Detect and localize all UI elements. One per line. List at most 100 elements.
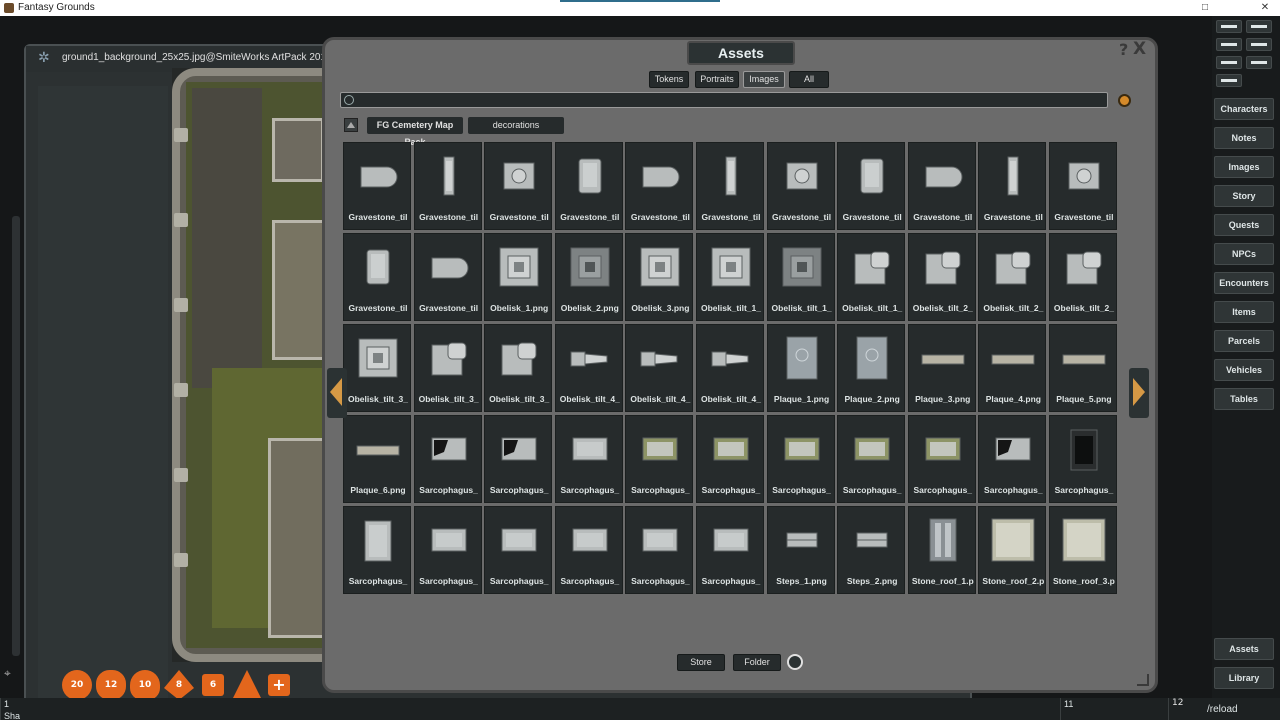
refresh-icon[interactable] xyxy=(787,654,803,670)
filter-images-button[interactable]: Images xyxy=(743,71,785,88)
asset-tile[interactable]: Sarcophagus_ xyxy=(554,506,623,594)
breadcrumb-pack[interactable]: FG Cemetery Map Pack xyxy=(367,117,463,147)
options-icon[interactable] xyxy=(1216,20,1242,33)
sidebar-item-notes[interactable]: Notes xyxy=(1214,127,1274,149)
resize-grip[interactable] xyxy=(1137,674,1149,686)
asset-tile[interactable]: Stone_roof_3.p xyxy=(1048,506,1117,594)
d20-die[interactable]: 20 xyxy=(62,670,92,700)
sidebar-item-tables[interactable]: Tables xyxy=(1214,388,1274,410)
sidebar-item-encounters[interactable]: Encounters xyxy=(1214,272,1274,294)
filter-portraits-button[interactable]: Portraits xyxy=(695,71,739,88)
close-window-button[interactable]: ✕ xyxy=(1255,0,1275,16)
asset-tile[interactable]: Plaque_6.png xyxy=(343,415,411,503)
asset-tile[interactable]: Obelisk_3.png xyxy=(625,233,694,321)
asset-tile[interactable]: Gravestone_til xyxy=(978,142,1047,230)
breadcrumb-folder[interactable]: decorations xyxy=(468,117,564,134)
d12-die[interactable]: 12 xyxy=(96,670,126,700)
asset-tile[interactable]: Obelisk_tilt_2_ xyxy=(978,233,1047,321)
help-button[interactable]: ? xyxy=(1119,40,1128,59)
asset-tile[interactable]: Obelisk_tilt_3_ xyxy=(484,324,553,412)
asset-tile[interactable]: Sarcophagus_ xyxy=(413,415,482,503)
store-button[interactable]: Store xyxy=(677,654,725,671)
asset-tile[interactable]: Sarcophagus_ xyxy=(343,506,411,594)
asset-tile[interactable]: Plaque_5.png xyxy=(1048,324,1117,412)
sidebar-item-items[interactable]: Items xyxy=(1214,301,1274,323)
desktop-scrollbar[interactable] xyxy=(12,216,20,656)
sidebar-item-npcs[interactable]: NPCs xyxy=(1214,243,1274,265)
modifier-icon[interactable] xyxy=(1246,56,1272,69)
sidebar-item-characters[interactable]: Characters xyxy=(1214,98,1274,120)
target-icon[interactable]: ⌖ xyxy=(4,666,11,681)
asset-tile[interactable]: Sarcophagus_ xyxy=(625,506,694,594)
asset-tile[interactable]: Gravestone_til xyxy=(625,142,694,230)
asset-tile[interactable]: Gravestone_til xyxy=(413,142,482,230)
folder-up-button[interactable] xyxy=(344,118,358,132)
filter-all-button[interactable]: All xyxy=(789,71,829,88)
sidebar-item-vehicles[interactable]: Vehicles xyxy=(1214,359,1274,381)
asset-tile[interactable]: Gravestone_til xyxy=(695,142,764,230)
asset-tile[interactable]: Gravestone_til xyxy=(343,233,411,321)
hotkey-slot-1[interactable]: 1 Sha xyxy=(0,698,24,720)
asset-tile[interactable]: Sarcophagus_ xyxy=(1048,415,1117,503)
asset-tile[interactable]: Obelisk_tilt_4_ xyxy=(695,324,764,412)
d10-die[interactable]: 10 xyxy=(130,670,160,700)
asset-tile[interactable]: Gravestone_til xyxy=(484,142,553,230)
asset-tile[interactable]: Obelisk_tilt_2_ xyxy=(907,233,976,321)
asset-tile[interactable]: Sarcophagus_ xyxy=(695,415,764,503)
party-icon[interactable] xyxy=(1246,20,1272,33)
asset-tile[interactable]: Gravestone_til xyxy=(837,142,906,230)
maximize-button[interactable]: □ xyxy=(1195,0,1215,16)
close-assets-button[interactable]: X xyxy=(1133,39,1146,59)
asset-tile[interactable]: Plaque_3.png xyxy=(907,324,976,412)
asset-tile[interactable]: Gravestone_til xyxy=(1048,142,1117,230)
chat-icon[interactable] xyxy=(1216,38,1242,51)
asset-tile[interactable]: Stone_roof_2.p xyxy=(978,506,1047,594)
chat-input[interactable]: 12 /reload xyxy=(1168,698,1280,720)
asset-tile[interactable]: Sarcophagus_ xyxy=(554,415,623,503)
asset-tile[interactable]: Sarcophagus_ xyxy=(837,415,906,503)
asset-tile[interactable]: Obelisk_tilt_4_ xyxy=(625,324,694,412)
asset-tile[interactable]: Obelisk_tilt_2_ xyxy=(1048,233,1117,321)
asset-tile[interactable]: Sarcophagus_ xyxy=(978,415,1047,503)
add-die-button[interactable]: + xyxy=(268,674,290,696)
sidebar-item-images[interactable]: Images xyxy=(1214,156,1274,178)
grid-view-icon[interactable] xyxy=(1118,94,1131,107)
filter-tokens-button[interactable]: Tokens xyxy=(649,71,689,88)
next-page-button[interactable] xyxy=(1129,368,1149,418)
sidebar-item-parcels[interactable]: Parcels xyxy=(1214,330,1274,352)
asset-tile[interactable]: Sarcophagus_ xyxy=(484,506,553,594)
asset-tile[interactable]: Obelisk_tilt_1_ xyxy=(837,233,906,321)
asset-tile[interactable]: Obelisk_tilt_3_ xyxy=(413,324,482,412)
sidebar-item-story[interactable]: Story xyxy=(1214,185,1274,207)
asset-tile[interactable]: Obelisk_tilt_4_ xyxy=(554,324,623,412)
asset-tile[interactable]: Plaque_1.png xyxy=(766,324,835,412)
asset-tile[interactable]: Gravestone_til xyxy=(413,233,482,321)
light-icon[interactable] xyxy=(1216,56,1242,69)
asset-tile[interactable]: Sarcophagus_ xyxy=(413,506,482,594)
asset-tile[interactable]: Steps_1.png xyxy=(766,506,835,594)
asset-tile[interactable]: Obelisk_1.png xyxy=(484,233,553,321)
d6-die[interactable]: 6 xyxy=(202,674,224,696)
hotkey-slot-11[interactable]: 11 xyxy=(1060,698,1168,720)
asset-tile[interactable]: Gravestone_til xyxy=(343,142,411,230)
sidebar-item-library[interactable]: Library xyxy=(1214,667,1274,689)
asset-tile[interactable]: Sarcophagus_ xyxy=(484,415,553,503)
asset-tile[interactable]: Obelisk_tilt_1_ xyxy=(695,233,764,321)
asset-tile[interactable]: Sarcophagus_ xyxy=(695,506,764,594)
sidebar-item-assets[interactable]: Assets xyxy=(1214,638,1274,660)
search-input[interactable] xyxy=(340,92,1108,108)
sidebar-item-quests[interactable]: Quests xyxy=(1214,214,1274,236)
players-icon[interactable] xyxy=(1246,38,1272,51)
asset-tile[interactable]: Gravestone_til xyxy=(907,142,976,230)
asset-tile[interactable]: Sarcophagus_ xyxy=(907,415,976,503)
asset-tile[interactable]: Plaque_4.png xyxy=(978,324,1047,412)
prev-page-button[interactable] xyxy=(327,368,347,418)
asset-tile[interactable]: Sarcophagus_ xyxy=(625,415,694,503)
asset-tile[interactable]: Plaque_2.png xyxy=(837,324,906,412)
asset-tile[interactable]: Gravestone_til xyxy=(766,142,835,230)
asset-tile[interactable]: Sarcophagus_ xyxy=(766,415,835,503)
asset-tile[interactable]: Stone_roof_1.p xyxy=(907,506,976,594)
calendar-icon[interactable] xyxy=(1216,74,1242,87)
map-image[interactable] xyxy=(172,68,332,662)
asset-tile[interactable]: Obelisk_2.png xyxy=(554,233,623,321)
